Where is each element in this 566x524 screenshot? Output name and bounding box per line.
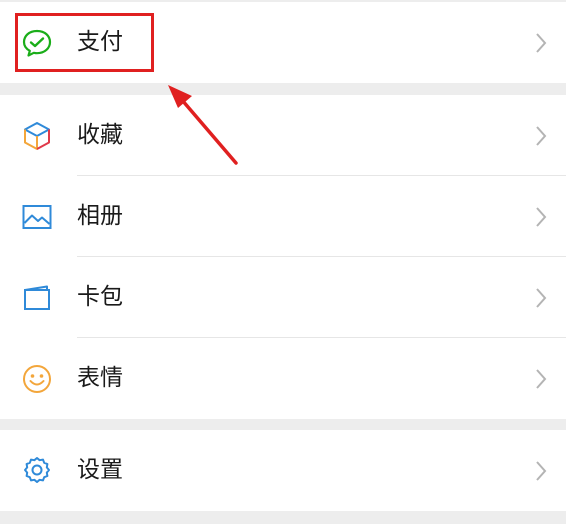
chevron-right-icon <box>536 461 547 481</box>
menu-item-label: 设置 <box>77 457 123 483</box>
menu-item-settings[interactable]: 设置 <box>0 430 566 511</box>
chevron-right-icon <box>536 369 547 389</box>
annotation-highlight-box <box>15 13 154 72</box>
menu-item-cards[interactable]: 卡包 <box>0 257 566 338</box>
chevron-right-icon <box>536 126 547 146</box>
card-wallet-icon <box>24 285 50 310</box>
chevron-right-icon <box>536 207 547 227</box>
settings-group: 设置 <box>0 430 566 511</box>
menu-item-album[interactable]: 相册 <box>0 176 566 257</box>
photo-album-icon <box>22 205 52 229</box>
menu-item-favorites[interactable]: 收藏 <box>0 95 566 176</box>
menu-item-label: 表情 <box>77 365 123 391</box>
menu-item-label: 相册 <box>77 203 123 229</box>
smiley-icon <box>23 365 51 393</box>
menu-item-label: 卡包 <box>77 284 123 310</box>
features-group: 收藏 相册 卡包 表情 <box>0 95 566 419</box>
chevron-right-icon <box>536 288 547 308</box>
menu-item-stickers[interactable]: 表情 <box>0 338 566 419</box>
chevron-right-icon <box>536 33 547 53</box>
gear-icon <box>24 457 50 483</box>
favorites-cube-icon <box>24 122 50 150</box>
menu-item-label: 收藏 <box>77 122 123 148</box>
